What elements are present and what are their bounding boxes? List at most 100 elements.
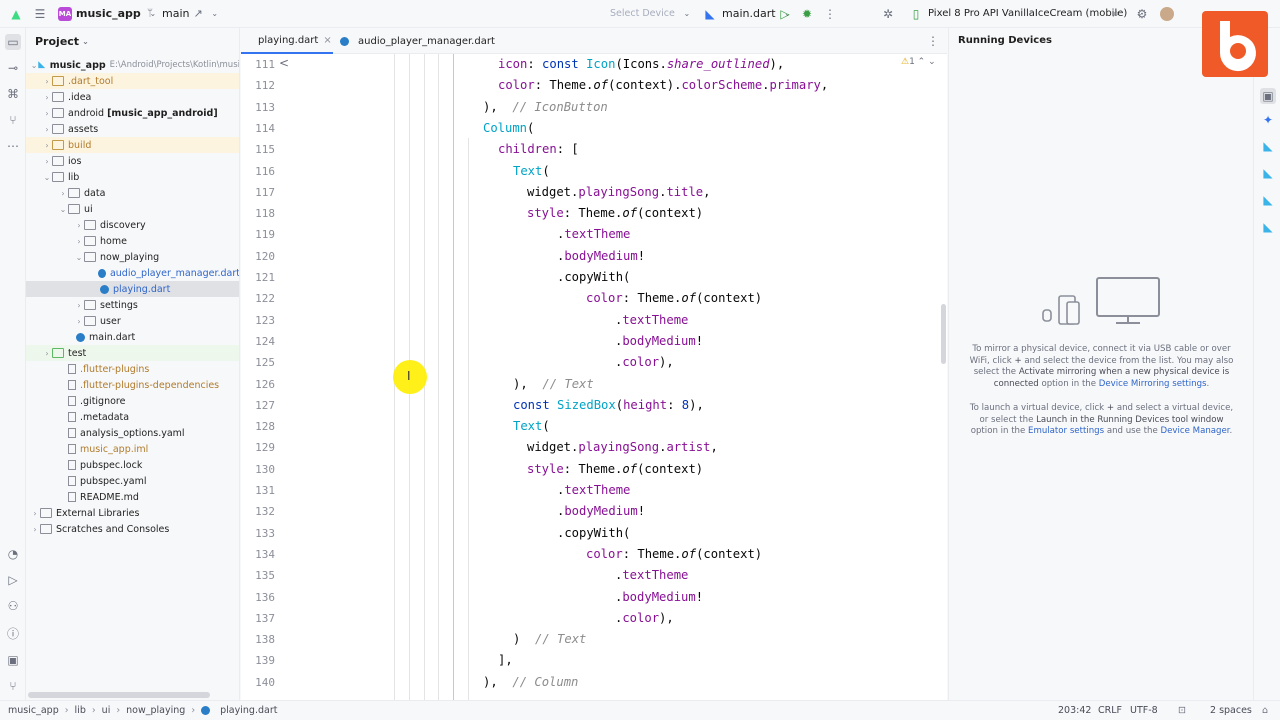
breadcrumb-item[interactable]: playing.dart (220, 705, 277, 716)
tree-root[interactable]: ⌄ ◣ music_app E:\Android\Projects\Kotlin\mu… (26, 57, 239, 73)
project-badge: MA (58, 6, 72, 21)
code-line: ], (498, 653, 513, 668)
run-tool-button[interactable]: ▷ (5, 572, 21, 588)
tree-item[interactable]: .flutter-plugins (26, 361, 239, 377)
tree-item[interactable]: › settings (26, 297, 239, 313)
tree-item[interactable]: music_app.iml (26, 441, 239, 457)
tree-item[interactable]: › home (26, 233, 239, 249)
commit-tool-button[interactable]: ⊸ (5, 60, 21, 76)
horizontal-scrollbar[interactable] (28, 692, 210, 698)
breadcrumb-item[interactable]: music_app (8, 705, 59, 716)
file-icon (68, 444, 76, 454)
notifications-icon[interactable]: ⌂ (1262, 705, 1268, 716)
line-number: 131 (255, 484, 275, 497)
flutter-inspector-right-button[interactable]: ◣ (1260, 192, 1276, 208)
breadcrumb-item[interactable]: lib (75, 705, 86, 716)
tree-item[interactable]: ⌄ ui (26, 201, 239, 217)
more-tools-button[interactable]: ⋯ (5, 138, 21, 154)
vertical-scrollbar[interactable] (941, 304, 946, 364)
tree-item[interactable]: › External Libraries (26, 505, 239, 521)
gemini-tool-button[interactable]: ✦ (1260, 112, 1276, 128)
project-tool-button[interactable]: ▭ (5, 34, 21, 50)
version-control-button[interactable]: ⑂ (5, 678, 21, 694)
account-button[interactable] (1160, 0, 1174, 28)
flutter-devtools-button[interactable]: ◣ (1260, 219, 1276, 235)
tree-item[interactable]: › build (26, 137, 239, 153)
emulator-settings-link[interactable]: Emulator settings (1028, 426, 1104, 436)
close-tab-button[interactable]: × (323, 35, 331, 46)
tab-playing-dart[interactable]: playing.dart × (241, 28, 333, 54)
project-panel-header[interactable]: Project ⌄ (26, 28, 239, 54)
file-encoding[interactable]: UTF-8 (1130, 705, 1158, 716)
tree-item[interactable]: › android [music_app_android] (26, 105, 239, 121)
tree-item[interactable]: › discovery (26, 217, 239, 233)
tree-item-label: Scratches and Consoles (56, 523, 170, 535)
tree-item[interactable]: › data (26, 185, 239, 201)
more-tabs-icon[interactable]: ⋮ (927, 34, 939, 48)
flutter-inspector-button[interactable]: ◔ (5, 546, 21, 562)
file-icon (68, 412, 76, 422)
lock-icon[interactable]: ⊡ (1178, 705, 1186, 716)
problems-tool-button[interactable]: ⓘ (5, 625, 21, 641)
indent-setting[interactable]: 2 spaces (1210, 705, 1252, 716)
folder-icon (52, 108, 64, 118)
tree-item[interactable]: › .idea (26, 89, 239, 105)
tree-item[interactable]: › .dart_tool (26, 73, 239, 89)
tree-item-label: discovery (100, 219, 146, 231)
code-editor[interactable]: 111 112 113 114 115 116 117 118 119 120 121 122 123 1… (241, 54, 947, 700)
tree-item[interactable]: .metadata (26, 409, 239, 425)
tree-item[interactable]: playing.dart (26, 281, 239, 297)
flutter-outline-button[interactable]: ◣ (1260, 138, 1276, 154)
tree-item[interactable]: README.md (26, 489, 239, 505)
search-button[interactable]: ⌕ (1108, 0, 1124, 28)
channel-logo (1202, 11, 1268, 77)
folder-icon (84, 252, 96, 262)
tree-item[interactable]: .flutter-plugins-dependencies (26, 377, 239, 393)
device-manager-link[interactable]: Device Manager (1161, 426, 1230, 436)
tree-item[interactable]: ⌄ now_playing (26, 249, 239, 265)
breadcrumb-item[interactable]: ui (102, 705, 111, 716)
tree-item[interactable]: .gitignore (26, 393, 239, 409)
troubleshoot-button[interactable]: ✲ (880, 0, 896, 28)
tree-item-label: .dart_tool (68, 75, 114, 87)
code-line: Column( (483, 120, 535, 135)
folder-icon (68, 188, 80, 198)
settings-button[interactable]: ⚙ (1134, 0, 1150, 28)
tree-item[interactable]: › test (26, 345, 239, 361)
expand-arrow-icon: › (33, 524, 37, 534)
tree-item[interactable]: analysis_options.yaml (26, 425, 239, 441)
tree-item[interactable]: › ios (26, 153, 239, 169)
tree-item[interactable]: pubspec.yaml (26, 473, 239, 489)
structure-tool-button[interactable]: ⌘ (5, 86, 21, 102)
line-number: 114 (255, 121, 275, 135)
folder-icon (52, 124, 64, 134)
breadcrumb-item[interactable]: now_playing (126, 705, 185, 716)
line-number: 122 (255, 292, 275, 306)
app-inspection-button[interactable]: ⚇ (5, 598, 21, 614)
dart-file-icon (340, 36, 349, 46)
tree-item[interactable]: › Scratches and Consoles (26, 521, 239, 537)
pull-requests-tool-button[interactable]: ⑂ (5, 112, 21, 128)
running-devices-tool-button[interactable]: ▣ (1260, 88, 1276, 104)
caret-position[interactable]: 203:42 (1058, 705, 1091, 716)
line-separator[interactable]: CRLF (1098, 705, 1122, 716)
debug-button[interactable]: ✹ (799, 0, 815, 28)
tree-item[interactable]: ⌄ lib (26, 169, 239, 185)
device-mirroring-settings-link[interactable]: Device Mirroring settings (1099, 379, 1207, 389)
tree-item[interactable]: › user (26, 313, 239, 329)
terminal-tool-button[interactable]: ▣ (5, 652, 21, 668)
branch-switcher[interactable]: ᛘ main ↗ ⌄ (142, 0, 223, 28)
run-button[interactable]: ▷ (777, 0, 793, 28)
more-actions-button[interactable]: ⋮ (822, 0, 838, 28)
warnings-indicator[interactable]: ⚠1 ⌃ ⌄ (901, 57, 936, 67)
tree-item[interactable]: audio_player_manager.dart (26, 265, 239, 281)
avatar (1160, 6, 1174, 21)
tree-item[interactable]: main.dart (26, 329, 239, 345)
tree-item[interactable]: › assets (26, 121, 239, 137)
select-device-dropdown[interactable]: Select Device ⌄ (610, 0, 695, 28)
flutter-performance-button[interactable]: ◣ (1260, 165, 1276, 181)
expand-arrow-icon: › (45, 124, 49, 134)
tab-audio-player-manager[interactable]: audio_player_manager.dart (332, 28, 503, 54)
tree-item[interactable]: pubspec.lock (26, 457, 239, 473)
main-menu-button[interactable]: ☰ (32, 0, 48, 28)
